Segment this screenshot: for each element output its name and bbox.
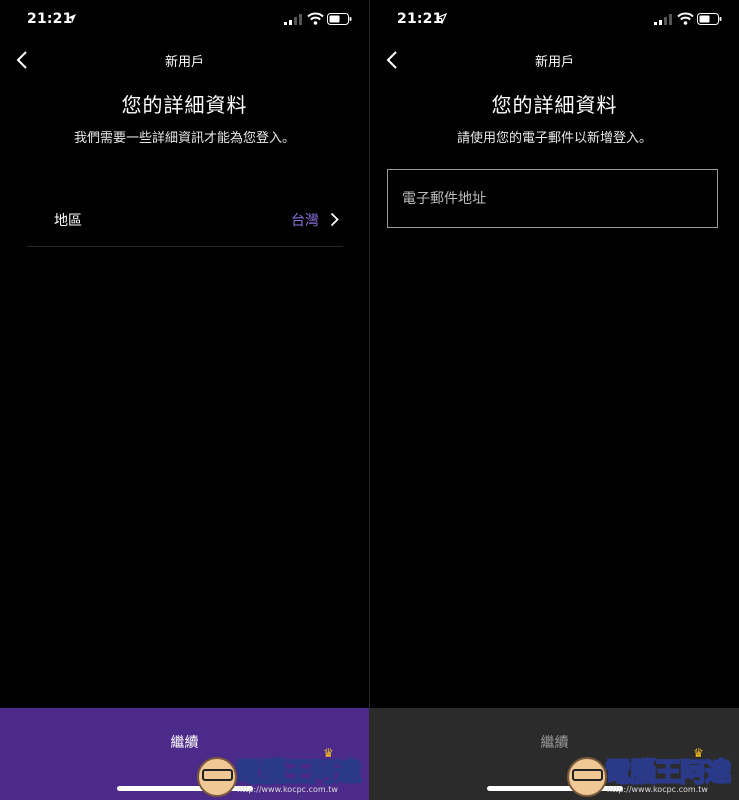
location-arrow-outline-icon (436, 13, 447, 24)
watermark-logo: ♛ 電腦王阿達 http://www.kocpc.com.tw (197, 746, 367, 798)
cellular-signal-icon (284, 14, 302, 25)
wifi-icon (677, 12, 694, 25)
watermark-logo: ♛ 電腦王阿達 http://www.kocpc.com.tw (567, 746, 737, 798)
email-field[interactable] (387, 169, 718, 228)
watermark-text: 電腦王阿達 (234, 757, 362, 789)
battery-icon (327, 13, 352, 25)
page-title: 您的詳細資料 (491, 93, 618, 117)
status-bar: 21:21 (0, 0, 369, 40)
page-subtitle: 我們需要一些詳細資訊才能為您登入。 (73, 131, 295, 146)
mascot-glasses-icon (202, 769, 233, 781)
location-arrow-icon (67, 14, 76, 23)
screen-details-email: 21:21 新用戶 您的詳細資料 請使用您的電子郵件以新增登入。 繼續 ♛ 電腦… (370, 0, 739, 800)
region-label: 地區 (54, 213, 82, 229)
nav-title: 新用戶 (534, 55, 574, 70)
wifi-icon (307, 12, 324, 25)
watermark-text: 電腦王阿達 (604, 757, 732, 789)
region-value: 台灣 (291, 213, 319, 229)
page-title: 您的詳細資料 (121, 93, 248, 117)
page-subtitle: 請使用您的電子郵件以新增登入。 (456, 131, 652, 146)
watermark-url: http://www.kocpc.com.tw (607, 785, 708, 794)
nav-title: 新用戶 (164, 55, 204, 70)
mascot-glasses-icon (572, 769, 603, 781)
battery-icon (697, 13, 722, 25)
watermark-url: http://www.kocpc.com.tw (237, 785, 338, 794)
chevron-right-icon (330, 212, 339, 227)
region-selector-row[interactable]: 地區 台灣 (27, 195, 343, 247)
status-bar: 21:21 (370, 0, 739, 40)
screen-details-region: 21:21 新用戶 您的詳細資料 我們需要一些詳細資訊才能為您登入。 地區 台灣… (0, 0, 369, 800)
cellular-signal-icon (654, 14, 672, 25)
